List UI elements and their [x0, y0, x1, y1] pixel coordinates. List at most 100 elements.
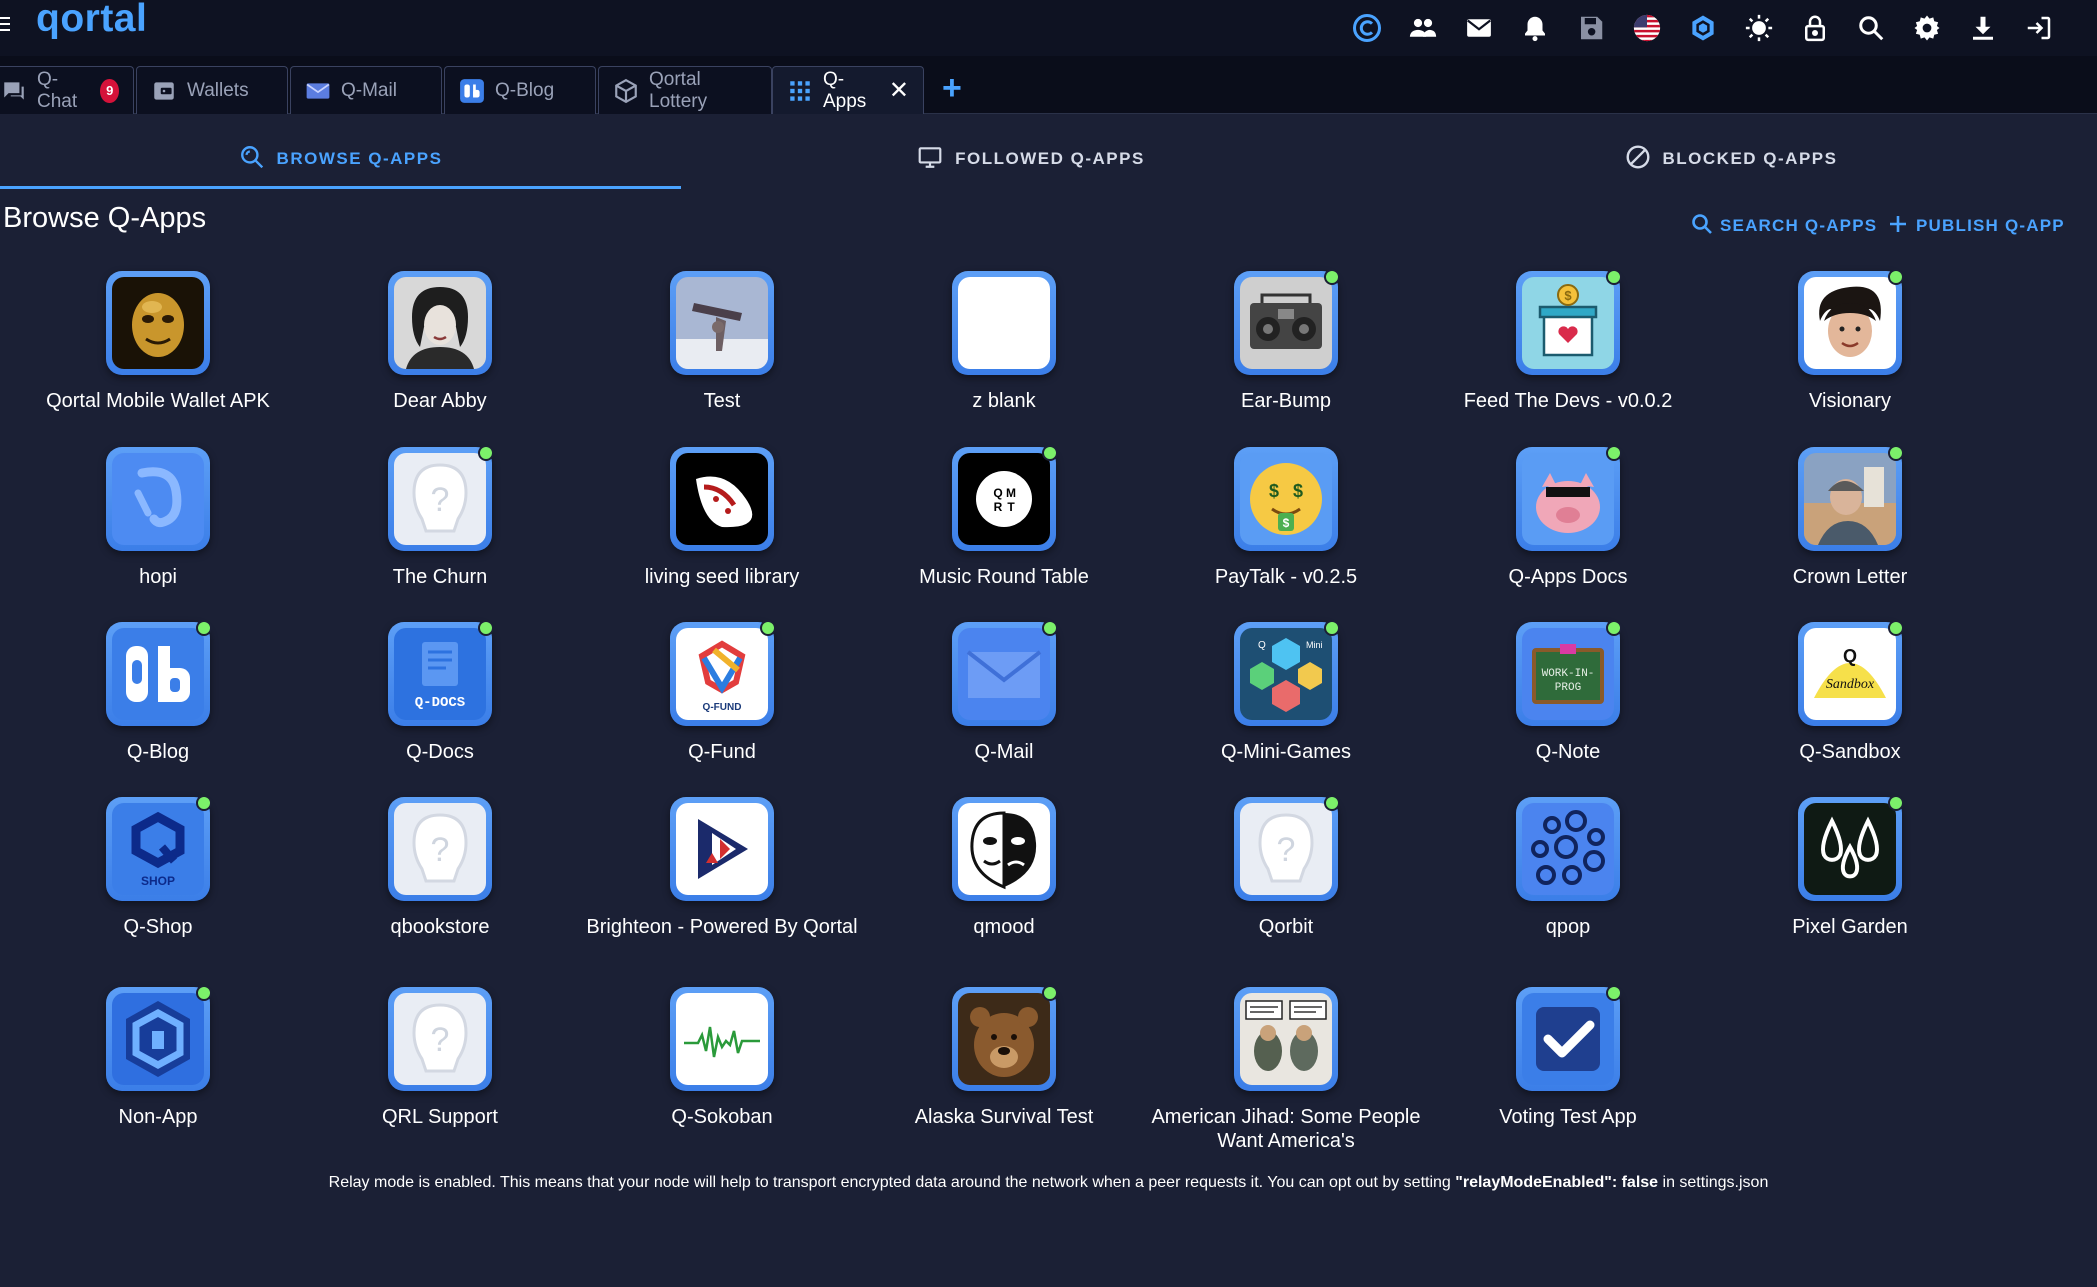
- app-icon-tile[interactable]: [1234, 269, 1340, 375]
- app-icon-tile[interactable]: [670, 987, 774, 1091]
- app-icon-tile[interactable]: [952, 620, 1058, 726]
- app-card[interactable]: Q-DOCS Q-Docs: [292, 620, 588, 764]
- app-icon-tile[interactable]: [1516, 445, 1622, 551]
- download-icon[interactable]: [1955, 6, 2011, 50]
- hexagon-icon[interactable]: [1675, 6, 1731, 50]
- tab-followed-q-apps[interactable]: FOLLOWED Q-APPS: [681, 130, 1381, 188]
- app-icon-tile[interactable]: [952, 797, 1056, 901]
- app-card[interactable]: Pixel Garden: [1702, 795, 1998, 939]
- app-card[interactable]: z blank: [856, 271, 1152, 413]
- publish-q-app-button[interactable]: PUBLISH Q-APP: [1886, 212, 2065, 240]
- app-icon-tile[interactable]: ?: [388, 797, 492, 901]
- app-icon-tile[interactable]: [1798, 795, 1904, 901]
- tab-blocked-q-apps[interactable]: BLOCKED Q-APPS: [1381, 130, 2081, 188]
- app-icon-tile[interactable]: [670, 271, 774, 375]
- app-icon-tile[interactable]: [1798, 269, 1904, 375]
- app-card[interactable]: Q Sandbox Q-Sandbox: [1702, 620, 1998, 764]
- search-icon[interactable]: [1843, 6, 1899, 50]
- add-tab-button[interactable]: +: [942, 68, 962, 108]
- lock-icon[interactable]: [1787, 6, 1843, 50]
- app-card[interactable]: Q M R T Music Round Table: [856, 445, 1152, 589]
- app-icon-tile[interactable]: [1798, 445, 1904, 551]
- app-icon-tile[interactable]: SHOP: [106, 795, 212, 901]
- app-card[interactable]: Crown Letter: [1702, 445, 1998, 589]
- app-icon-tile[interactable]: Q-DOCS: [388, 620, 494, 726]
- sun-icon[interactable]: [1731, 6, 1787, 50]
- app-card[interactable]: ? qbookstore: [292, 797, 588, 939]
- app-card[interactable]: WORK-IN- PROG Q-Note: [1420, 620, 1716, 764]
- app-name: Q-Mail: [974, 741, 1034, 763]
- app-card[interactable]: Qortal Mobile Wallet APK: [10, 271, 306, 413]
- app-card[interactable]: Dear Abby: [292, 271, 588, 413]
- svg-text:?: ?: [1277, 831, 1296, 869]
- app-icon-tile[interactable]: [952, 271, 1056, 375]
- app-icon-tile[interactable]: ?: [1234, 795, 1340, 901]
- app-card[interactable]: Q Mini Q-Mini-Games: [1138, 620, 1434, 764]
- us-flag-icon[interactable]: [1619, 6, 1675, 50]
- app-icon-tile[interactable]: [670, 797, 774, 901]
- app-icon-tile[interactable]: Q Mini: [1234, 620, 1340, 726]
- app-card[interactable]: American Jihad: Some People Want America…: [1138, 987, 1434, 1153]
- app-card[interactable]: qpop: [1420, 797, 1716, 939]
- app-card[interactable]: Q-FUND Q-Fund: [574, 620, 870, 764]
- tab-wallets[interactable]: Wallets: [136, 66, 288, 114]
- app-card[interactable]: ? Qorbit: [1138, 795, 1434, 939]
- app-card[interactable]: $ $ $ PayTalk - v0.2.5: [1138, 447, 1434, 589]
- app-card[interactable]: Visionary: [1702, 269, 1998, 413]
- app-icon-tile[interactable]: [106, 271, 210, 375]
- mail-icon[interactable]: [1451, 6, 1507, 50]
- tab-q-mail[interactable]: Q-Mail: [290, 66, 442, 114]
- gear-icon[interactable]: [1899, 6, 1955, 50]
- app-icon-tile[interactable]: [952, 985, 1058, 1091]
- app-card[interactable]: qmood: [856, 797, 1152, 939]
- save-icon[interactable]: [1563, 6, 1619, 50]
- qortal-logo[interactable]: qortal: [36, 0, 147, 44]
- app-icon-tile[interactable]: Q Sandbox: [1798, 620, 1904, 726]
- app-card[interactable]: ? The Churn: [292, 445, 588, 589]
- app-icon-tile[interactable]: [1234, 987, 1338, 1091]
- app-icon-tile[interactable]: [670, 447, 774, 551]
- top-toolbar: [1339, 6, 2067, 50]
- tab-q-apps[interactable]: Q-Apps ✕: [772, 66, 924, 114]
- qort-coin-icon[interactable]: [1339, 6, 1395, 50]
- app-card[interactable]: Brighteon - Powered By Qortal: [574, 797, 870, 939]
- app-icon-tile[interactable]: [388, 271, 492, 375]
- app-icon-tile[interactable]: [106, 447, 210, 551]
- app-icon-tile[interactable]: Q-FUND: [670, 620, 776, 726]
- app-card[interactable]: Q-Sokoban: [574, 987, 870, 1129]
- tab-q-blog[interactable]: Q-Blog: [444, 66, 596, 114]
- app-card[interactable]: Voting Test App: [1420, 985, 1716, 1129]
- app-card[interactable]: Ear-Bump: [1138, 269, 1434, 413]
- tab-browse-q-apps[interactable]: BROWSE Q-APPS: [0, 130, 681, 188]
- app-card[interactable]: Non-App: [10, 985, 306, 1129]
- app-icon-tile[interactable]: $: [1516, 269, 1622, 375]
- close-icon[interactable]: ✕: [889, 78, 909, 102]
- app-card[interactable]: hopi: [10, 447, 306, 589]
- app-card[interactable]: $ Feed The Devs - v0.0.2: [1420, 269, 1716, 413]
- app-icon-tile[interactable]: [106, 985, 212, 1091]
- app-icon-tile[interactable]: [1516, 797, 1620, 901]
- app-card[interactable]: SHOP Q-Shop: [10, 795, 306, 939]
- app-card[interactable]: Alaska Survival Test: [856, 985, 1152, 1129]
- app-card[interactable]: ? QRL Support: [292, 987, 588, 1129]
- app-icon-tile[interactable]: $ $ $: [1234, 447, 1338, 551]
- app-card[interactable]: Test: [574, 271, 870, 413]
- app-card[interactable]: Q-Apps Docs: [1420, 445, 1716, 589]
- app-icon-tile[interactable]: ?: [388, 987, 492, 1091]
- app-icon-tile[interactable]: [1516, 985, 1622, 1091]
- search-q-apps-button[interactable]: SEARCH Q-APPS: [1690, 212, 1877, 240]
- app-card[interactable]: Q-Mail: [856, 620, 1152, 764]
- app-card[interactable]: living seed library: [574, 447, 870, 589]
- page-title: Browse Q-Apps: [3, 202, 207, 234]
- tab-qortal-lottery[interactable]: Qortal Lottery: [598, 66, 772, 114]
- app-icon-tile[interactable]: [106, 620, 212, 726]
- logout-icon[interactable]: [2011, 6, 2067, 50]
- app-card[interactable]: Q-Blog: [10, 620, 306, 764]
- app-icon-tile[interactable]: QMRT: [952, 445, 1058, 551]
- tab-q-chat[interactable]: Q-Chat 9: [0, 66, 134, 114]
- bell-icon[interactable]: [1507, 6, 1563, 50]
- app-icon-tile[interactable]: WORK-IN- PROG: [1516, 620, 1622, 726]
- menu-icon[interactable]: [0, 12, 12, 36]
- app-icon-tile[interactable]: ?: [388, 445, 494, 551]
- users-icon[interactable]: [1395, 6, 1451, 50]
